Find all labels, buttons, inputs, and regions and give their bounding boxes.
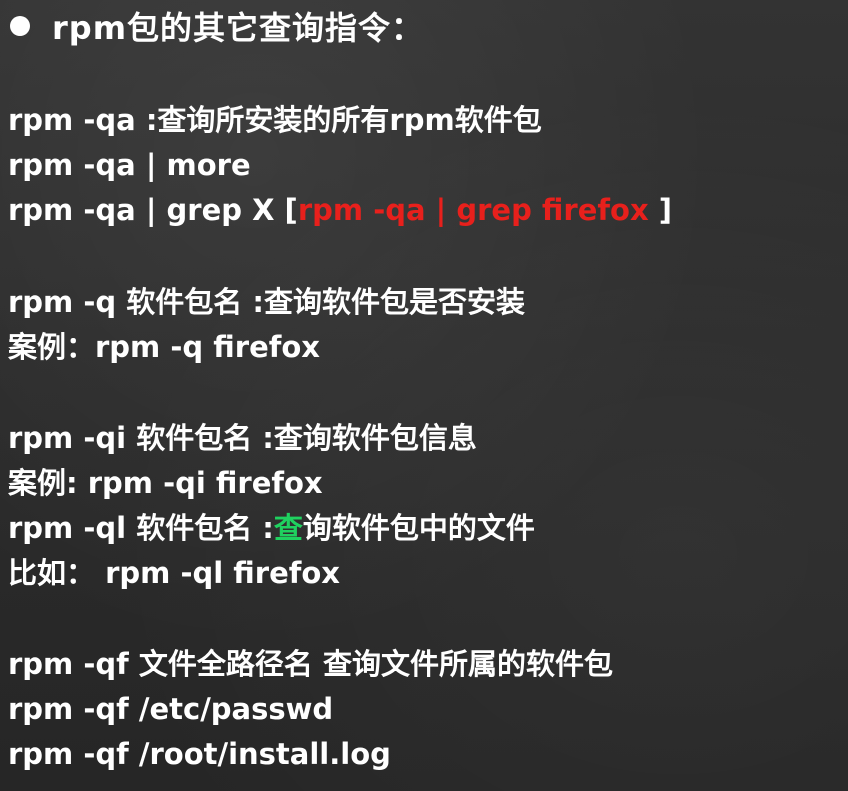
- line-qf-install-log: rpm -qf /root/install.log: [8, 737, 391, 771]
- line-ql-highlight: 查: [273, 511, 303, 545]
- slide-title-text: rpm包的其它查询指令：: [52, 9, 425, 47]
- line-qa: rpm -qa :查询所安装的所有rpm软件包: [8, 103, 542, 137]
- slide-title: rpm包的其它查询指令：: [10, 2, 424, 50]
- bullet-icon: [10, 16, 30, 36]
- line-qf-passwd: rpm -qf /etc/passwd: [8, 692, 334, 726]
- line-qa-grep-prefix: rpm -qa | grep X [: [8, 193, 298, 227]
- line-q: rpm -q 软件包名 :查询软件包是否安装: [8, 285, 525, 319]
- line-qa-grep: rpm -qa | grep X [rpm -qa | grep firefox…: [8, 188, 672, 232]
- line-qa-more: rpm -qa | more: [8, 148, 251, 182]
- line-ql-prefix: rpm -ql 软件包名 :: [8, 511, 274, 545]
- line-q-example: 案例：rpm -q firefox: [8, 330, 320, 364]
- line-ql: rpm -ql 软件包名 :查询软件包中的文件: [8, 506, 535, 550]
- line-qa-grep-suffix: ]: [648, 193, 673, 227]
- line-ql-example: 比如： rpm -ql firefox: [8, 556, 341, 590]
- line-qi: rpm -qi 软件包名 :查询软件包信息: [8, 421, 477, 455]
- line-qa-grep-example: rpm -qa | grep firefox: [297, 193, 649, 227]
- line-ql-suffix: 询软件包中的文件: [302, 511, 535, 545]
- slide: rpm包的其它查询指令： rpm -qa :查询所安装的所有rpm软件包 rpm…: [0, 0, 848, 791]
- line-qi-example: 案例: rpm -qi firefox: [8, 466, 323, 500]
- line-qf: rpm -qf 文件全路径名 查询文件所属的软件包: [8, 647, 613, 681]
